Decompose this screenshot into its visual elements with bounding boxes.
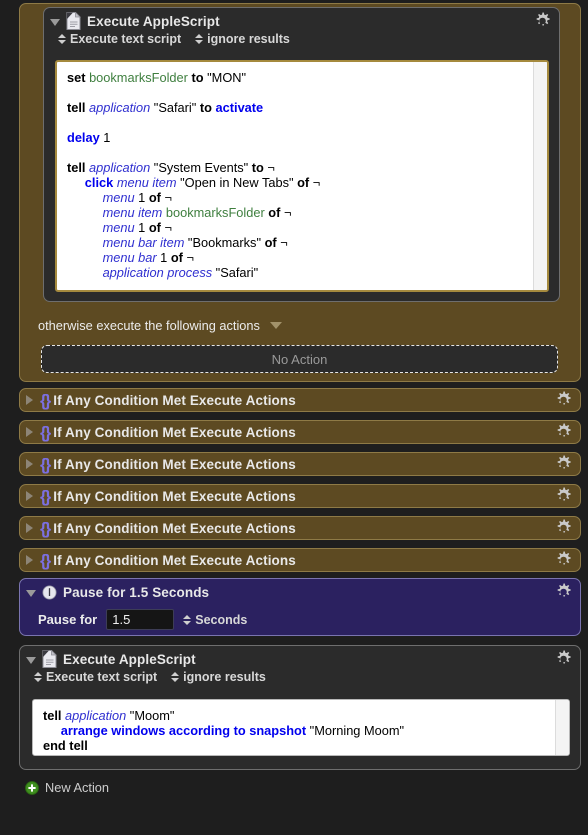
row-header[interactable]: {} If Any Condition Met Execute Actions (20, 517, 580, 539)
disclosure-triangle-closed-icon[interactable] (26, 395, 33, 405)
pause-field-row: Pause for 1.5 Seconds (38, 609, 247, 630)
row-title: If Any Condition Met Execute Actions (53, 520, 296, 536)
applescript-document-icon (66, 11, 81, 30)
disclosure-triangle-closed-icon[interactable] (26, 491, 33, 501)
otherwise-label: otherwise execute the following actions (38, 318, 260, 333)
macro-action-list: Execute AppleScript Execute text script (0, 0, 588, 835)
action-pause[interactable]: Pause for 1.5 Seconds Pause for 1.5 Seco… (19, 578, 581, 636)
gear-icon[interactable] (554, 519, 573, 538)
no-action-dropzone[interactable]: No Action (41, 345, 558, 373)
applescript-document-icon (42, 649, 57, 668)
gear-icon[interactable] (554, 650, 573, 669)
gear-icon[interactable] (533, 12, 552, 31)
otherwise-row[interactable]: otherwise execute the following actions (38, 318, 282, 333)
results-popup[interactable]: ignore results (171, 670, 266, 684)
script-type-label: Execute text script (70, 32, 182, 46)
row-header[interactable]: {} If Any Condition Met Execute Actions (20, 549, 580, 571)
row-title: If Any Condition Met Execute Actions (53, 488, 296, 504)
script-type-popup[interactable]: Execute text script (58, 32, 181, 46)
disclosure-triangle-closed-icon[interactable] (26, 555, 33, 565)
action-execute-applescript-1[interactable]: Execute AppleScript Execute text script (43, 7, 560, 302)
script-editor-2[interactable]: tell application "Moom" arrange windows … (32, 699, 570, 756)
gear-icon[interactable] (554, 423, 573, 442)
action-option-row: Execute text script ignore results (20, 670, 580, 684)
gear-icon[interactable] (554, 391, 573, 410)
brace-icon: {} (40, 518, 51, 538)
results-label: ignore results (207, 32, 290, 46)
pause-unit-label: Seconds (195, 612, 248, 627)
action-title: Execute AppleScript (63, 651, 196, 667)
gear-icon[interactable] (554, 551, 573, 570)
disclosure-triangle-closed-icon[interactable] (26, 427, 33, 437)
pause-header[interactable]: Pause for 1.5 Seconds (20, 579, 580, 605)
row-title: If Any Condition Met Execute Actions (53, 392, 296, 408)
new-action-label: New Action (45, 780, 110, 795)
new-action-button[interactable]: New Action (25, 780, 109, 795)
script-code[interactable]: set bookmarksFolder to "MON" tell applic… (57, 62, 547, 290)
brace-icon: {} (40, 422, 51, 442)
row-title: If Any Condition Met Execute Actions (53, 552, 296, 568)
action-if-any-condition-1[interactable]: {} If Any Condition Met Execute Actions (19, 388, 581, 412)
stepper-arrows-icon (171, 672, 180, 682)
stepper-arrows-icon (183, 614, 192, 625)
clock-icon (42, 585, 57, 600)
pause-title: Pause for 1.5 Seconds (63, 584, 210, 600)
pause-field-label: Pause for (38, 612, 98, 627)
disclosure-triangle-open-icon[interactable] (26, 656, 36, 664)
row-header[interactable]: {} If Any Condition Met Execute Actions (20, 453, 580, 475)
stepper-arrows-icon (58, 34, 66, 44)
gear-icon[interactable] (554, 455, 573, 474)
row-title: If Any Condition Met Execute Actions (53, 456, 296, 472)
action-option-row: Execute text script ignore results (44, 32, 559, 46)
row-header[interactable]: {} If Any Condition Met Execute Actions (20, 389, 580, 411)
results-popup[interactable]: ignore results (195, 32, 290, 46)
row-title: If Any Condition Met Execute Actions (53, 424, 296, 440)
script-editor-1[interactable]: set bookmarksFolder to "MON" tell applic… (55, 60, 549, 292)
action-header[interactable]: Execute AppleScript (20, 646, 580, 672)
disclosure-triangle-closed-icon[interactable] (26, 523, 33, 533)
stepper-arrows-icon (195, 34, 204, 44)
brace-icon: {} (40, 550, 51, 570)
disclosure-triangle-closed-icon[interactable] (26, 459, 33, 469)
script-type-popup[interactable]: Execute text script (34, 670, 157, 684)
action-if-any-condition-5[interactable]: {} If Any Condition Met Execute Actions (19, 516, 581, 540)
gear-icon[interactable] (554, 487, 573, 506)
plus-circle-icon (25, 780, 39, 795)
row-header[interactable]: {} If Any Condition Met Execute Actions (20, 421, 580, 443)
action-if-any-condition-2[interactable]: {} If Any Condition Met Execute Actions (19, 420, 581, 444)
script-code[interactable]: tell application "Moom" arrange windows … (33, 700, 569, 755)
action-execute-applescript-2[interactable]: Execute AppleScript Execute text script … (19, 645, 581, 770)
brace-icon: {} (40, 454, 51, 474)
row-header[interactable]: {} If Any Condition Met Execute Actions (20, 485, 580, 507)
editor-scrollbar[interactable] (533, 62, 547, 290)
disclosure-triangle-open-icon[interactable] (50, 18, 60, 26)
stepper-arrows-icon (34, 672, 42, 682)
action-if-any-condition-4[interactable]: {} If Any Condition Met Execute Actions (19, 484, 581, 508)
if-otherwise-container[interactable]: Execute AppleScript Execute text script (19, 3, 581, 382)
action-if-any-condition-6[interactable]: {} If Any Condition Met Execute Actions (19, 548, 581, 572)
results-label: ignore results (183, 670, 266, 684)
script-type-label: Execute text script (46, 670, 158, 684)
brace-icon: {} (40, 486, 51, 506)
chevron-down-icon[interactable] (269, 322, 282, 329)
action-header[interactable]: Execute AppleScript (44, 8, 559, 34)
gear-icon[interactable] (554, 583, 573, 602)
disclosure-triangle-open-icon[interactable] (26, 589, 36, 597)
action-title: Execute AppleScript (87, 13, 220, 29)
editor-scrollbar[interactable] (555, 700, 569, 755)
pause-duration-input[interactable]: 1.5 (106, 609, 175, 630)
pause-unit-popup[interactable]: Seconds (183, 613, 247, 627)
no-action-label: No Action (271, 351, 328, 367)
brace-icon: {} (40, 390, 51, 410)
action-if-any-condition-3[interactable]: {} If Any Condition Met Execute Actions (19, 452, 581, 476)
